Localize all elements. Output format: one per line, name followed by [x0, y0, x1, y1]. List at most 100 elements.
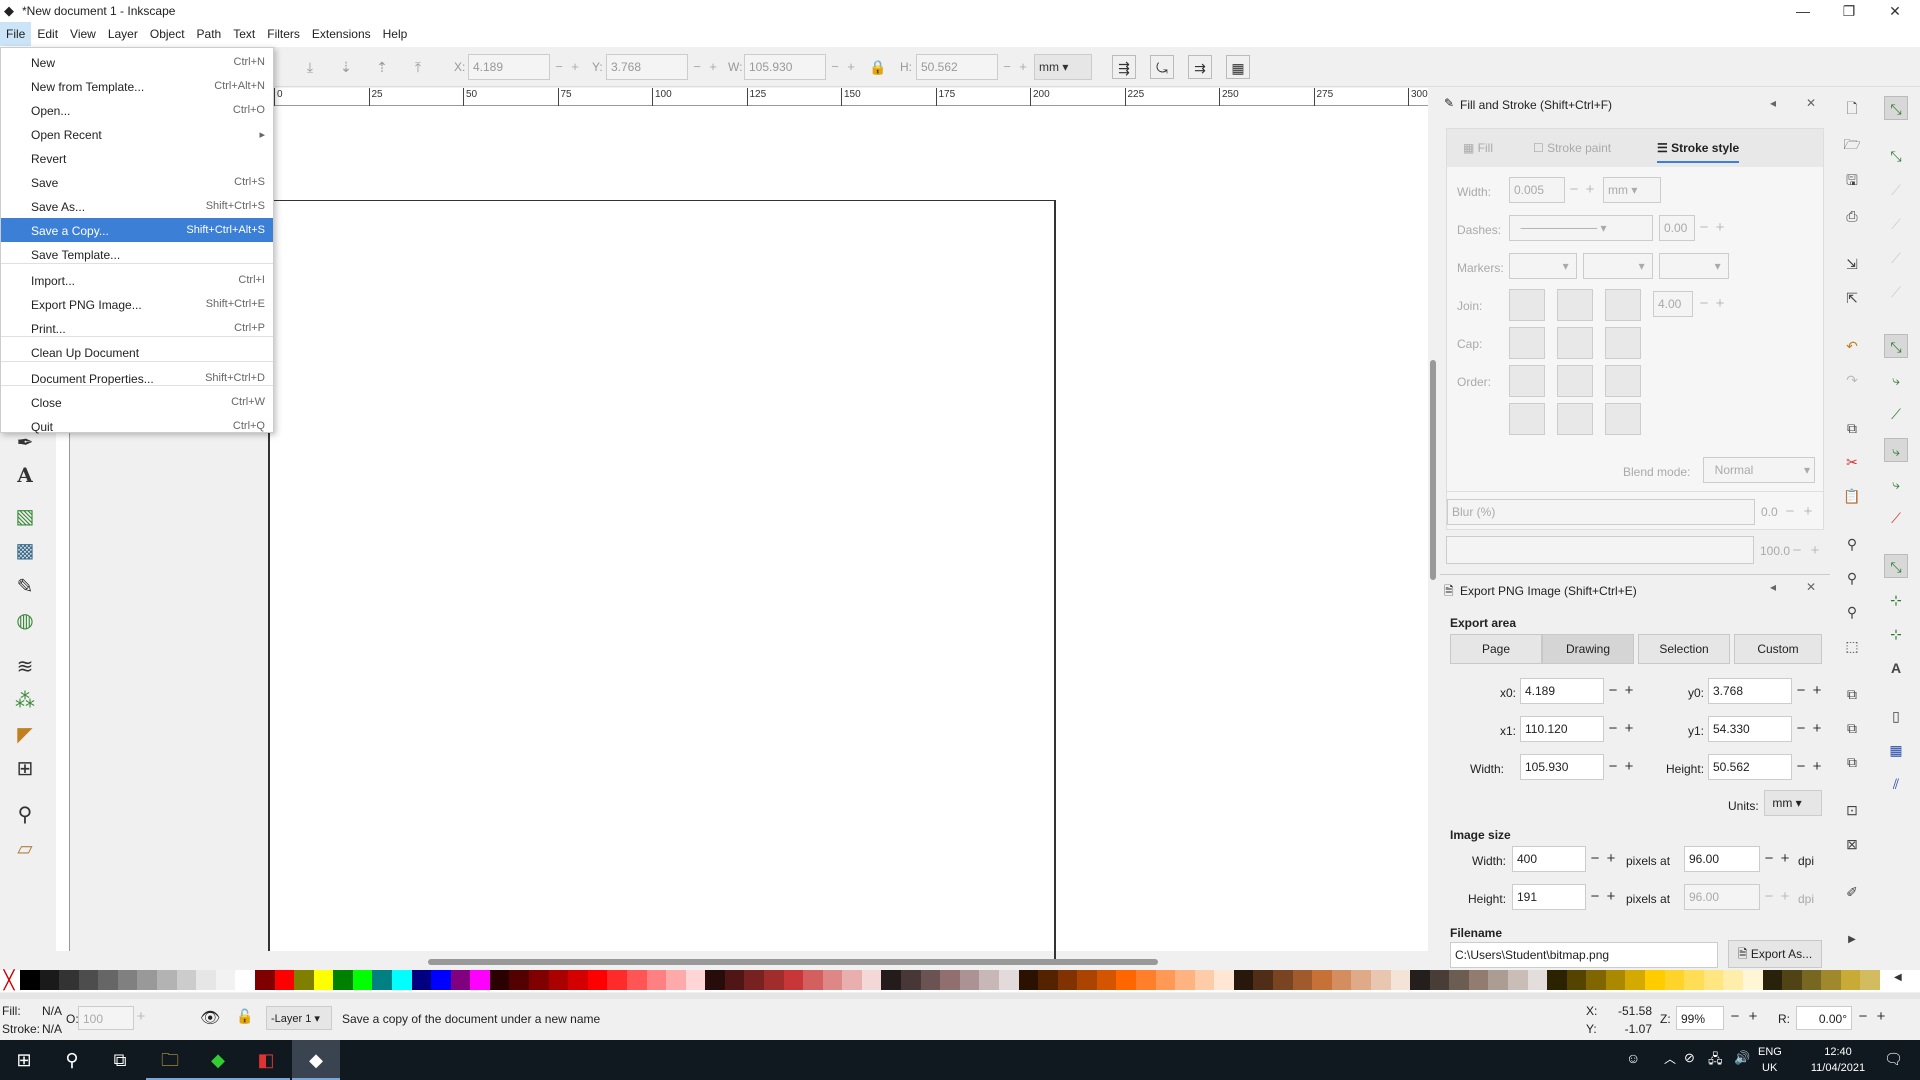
color-swatch[interactable] — [685, 970, 706, 990]
vertical-scrollbar-thumb[interactable] — [1430, 360, 1436, 580]
y1-field[interactable]: 54.330 — [1708, 716, 1792, 742]
y-plus-button[interactable]: + — [705, 54, 721, 80]
file-menu-item-revert[interactable]: Revert — [1, 146, 273, 170]
area-width-minus[interactable]: − — [1606, 758, 1620, 775]
color-swatch[interactable] — [1566, 970, 1587, 990]
file-menu-item-save[interactable]: Save Ctrl+S — [1, 170, 273, 194]
snap-rotation-center-icon[interactable]: ⊹ — [1884, 622, 1908, 646]
export-collapse-icon[interactable]: ◂ — [1770, 580, 1776, 594]
join-round-button[interactable] — [1557, 289, 1593, 321]
mesh-tool-icon[interactable]: ▩ — [10, 536, 40, 566]
color-swatch[interactable] — [1449, 970, 1470, 990]
color-swatch[interactable] — [1116, 970, 1137, 990]
snap-smooth-icon[interactable]: ⤷ — [1884, 472, 1908, 496]
h-plus-button[interactable]: + — [1015, 54, 1031, 80]
order-button-4[interactable] — [1509, 403, 1545, 435]
color-swatch[interactable] — [1429, 970, 1450, 990]
h-minus-button[interactable]: − — [999, 54, 1015, 80]
paint-bucket-tool-icon[interactable]: ◍ — [10, 606, 40, 636]
color-swatch[interactable] — [1860, 970, 1881, 990]
snap-others-icon[interactable]: ⤡ — [1884, 554, 1908, 578]
color-swatch[interactable] — [1821, 970, 1842, 990]
palette-menu-icon[interactable]: ◀ — [1894, 972, 1902, 983]
y-field[interactable]: 3.768 — [606, 54, 688, 80]
color-swatch[interactable] — [1175, 970, 1196, 990]
measure-tool-icon[interactable]: ▱ — [10, 834, 40, 864]
x0-plus[interactable]: + — [1622, 682, 1636, 699]
color-swatch[interactable] — [626, 970, 648, 990]
menu-filters[interactable]: Filters — [261, 22, 306, 46]
dpi-plus[interactable]: + — [1778, 850, 1792, 867]
color-swatch[interactable] — [59, 970, 80, 990]
clone-icon[interactable]: ⧉ — [1840, 716, 1864, 740]
maximize-button[interactable]: ❐ — [1826, 0, 1872, 22]
color-swatch[interactable] — [1527, 970, 1548, 990]
inkscape-taskbar-icon[interactable]: ◆ — [292, 1040, 340, 1080]
tray-chevron-icon[interactable]: ︿ — [1664, 1050, 1676, 1067]
area-drawing-button[interactable]: Drawing — [1542, 634, 1634, 664]
opacity-spin[interactable]: + — [134, 1008, 148, 1025]
color-swatch[interactable] — [1331, 970, 1352, 990]
more-commands-icon[interactable]: ▶ — [1840, 928, 1864, 952]
color-swatch[interactable] — [1214, 970, 1235, 990]
color-swatch[interactable] — [235, 970, 256, 990]
dropper-tool-icon[interactable]: ✎ — [10, 572, 40, 602]
opacity-minus[interactable]: − — [1790, 542, 1804, 559]
x1-field[interactable]: 110.120 — [1520, 716, 1604, 742]
file-menu-item-document-properties[interactable]: Document Properties... Shift+Ctrl+D — [1, 366, 273, 390]
file-explorer-icon[interactable]: 🗀 — [146, 1040, 194, 1080]
x0-field[interactable]: 4.189 — [1520, 678, 1604, 704]
color-swatch[interactable] — [1762, 970, 1783, 990]
y0-field[interactable]: 3.768 — [1708, 678, 1792, 704]
notifications-icon[interactable]: 🗨 — [1884, 1050, 1903, 1068]
snap-cusp-icon[interactable]: ⤷ — [1884, 438, 1908, 462]
end-marker-select[interactable]: ▾ — [1659, 253, 1729, 279]
file-menu-item-save-a-copy[interactable]: Save a Copy... Shift+Ctrl+Alt+S — [1, 218, 273, 242]
scale-stroke-icon[interactable]: ⇶ — [1112, 55, 1136, 79]
y0-minus[interactable]: − — [1794, 682, 1808, 699]
close-button[interactable]: ✕ — [1872, 0, 1918, 22]
color-swatch[interactable] — [1038, 970, 1059, 990]
opacity-value[interactable]: 100.0 — [1760, 544, 1790, 558]
blend-mode-select[interactable]: Normal ▾ — [1703, 457, 1815, 483]
image-width-minus[interactable]: − — [1588, 850, 1602, 867]
order-button-5[interactable] — [1557, 403, 1593, 435]
color-swatch[interactable] — [1840, 970, 1861, 990]
color-swatch[interactable] — [450, 970, 471, 990]
clock-date[interactable]: 11/04/2021 — [1800, 1062, 1876, 1074]
color-swatch[interactable] — [783, 970, 804, 990]
color-swatch[interactable] — [1782, 970, 1803, 990]
paste-icon[interactable]: 📋 — [1840, 484, 1864, 508]
export-doc-icon[interactable]: ⇱ — [1840, 286, 1864, 310]
snap-bbox-midpoint-icon[interactable]: ⟋ — [1884, 246, 1908, 270]
y1-plus[interactable]: + — [1810, 720, 1824, 737]
dash-offset-minus[interactable]: − — [1697, 219, 1711, 236]
color-swatch[interactable] — [78, 970, 99, 990]
undo-icon[interactable]: ↶ — [1840, 334, 1864, 358]
unit-select[interactable]: mm ▾ — [1034, 54, 1092, 80]
tweak-tool-icon[interactable]: ≋ — [10, 652, 40, 682]
people-icon[interactable]: ☺ — [1626, 1050, 1640, 1066]
miter-plus[interactable]: + — [1713, 295, 1727, 312]
snap-guide-icon[interactable]: ⫽ — [1884, 772, 1908, 796]
no-paint-swatch[interactable]: ╳ — [0, 970, 18, 990]
color-swatch[interactable] — [1684, 970, 1705, 990]
zoom-page-icon[interactable]: ⚲ — [1840, 600, 1864, 624]
miter-minus[interactable]: − — [1697, 295, 1711, 312]
color-swatch[interactable] — [431, 970, 452, 990]
color-swatch[interactable] — [1370, 970, 1392, 990]
color-swatch[interactable] — [39, 970, 60, 990]
color-swatch[interactable] — [489, 970, 510, 990]
x-plus-button[interactable]: + — [567, 54, 583, 80]
raise-icon[interactable]: ⇡ — [370, 55, 394, 79]
color-swatch[interactable] — [568, 970, 589, 990]
order-button-6[interactable] — [1605, 403, 1641, 435]
network-icon[interactable]: 🖧 — [1708, 1050, 1723, 1072]
panel-collapse-icon[interactable]: ◂ — [1770, 96, 1776, 110]
file-menu-item-close[interactable]: Close Ctrl+W — [1, 390, 273, 414]
rotation-plus[interactable]: + — [1874, 1008, 1888, 1025]
color-swatch[interactable] — [529, 970, 550, 990]
app-red-icon[interactable]: ◧ — [242, 1040, 290, 1080]
text-tool-icon[interactable]: A — [10, 460, 40, 490]
file-menu-item-save-as[interactable]: Save As... Shift+Ctrl+S — [1, 194, 273, 218]
